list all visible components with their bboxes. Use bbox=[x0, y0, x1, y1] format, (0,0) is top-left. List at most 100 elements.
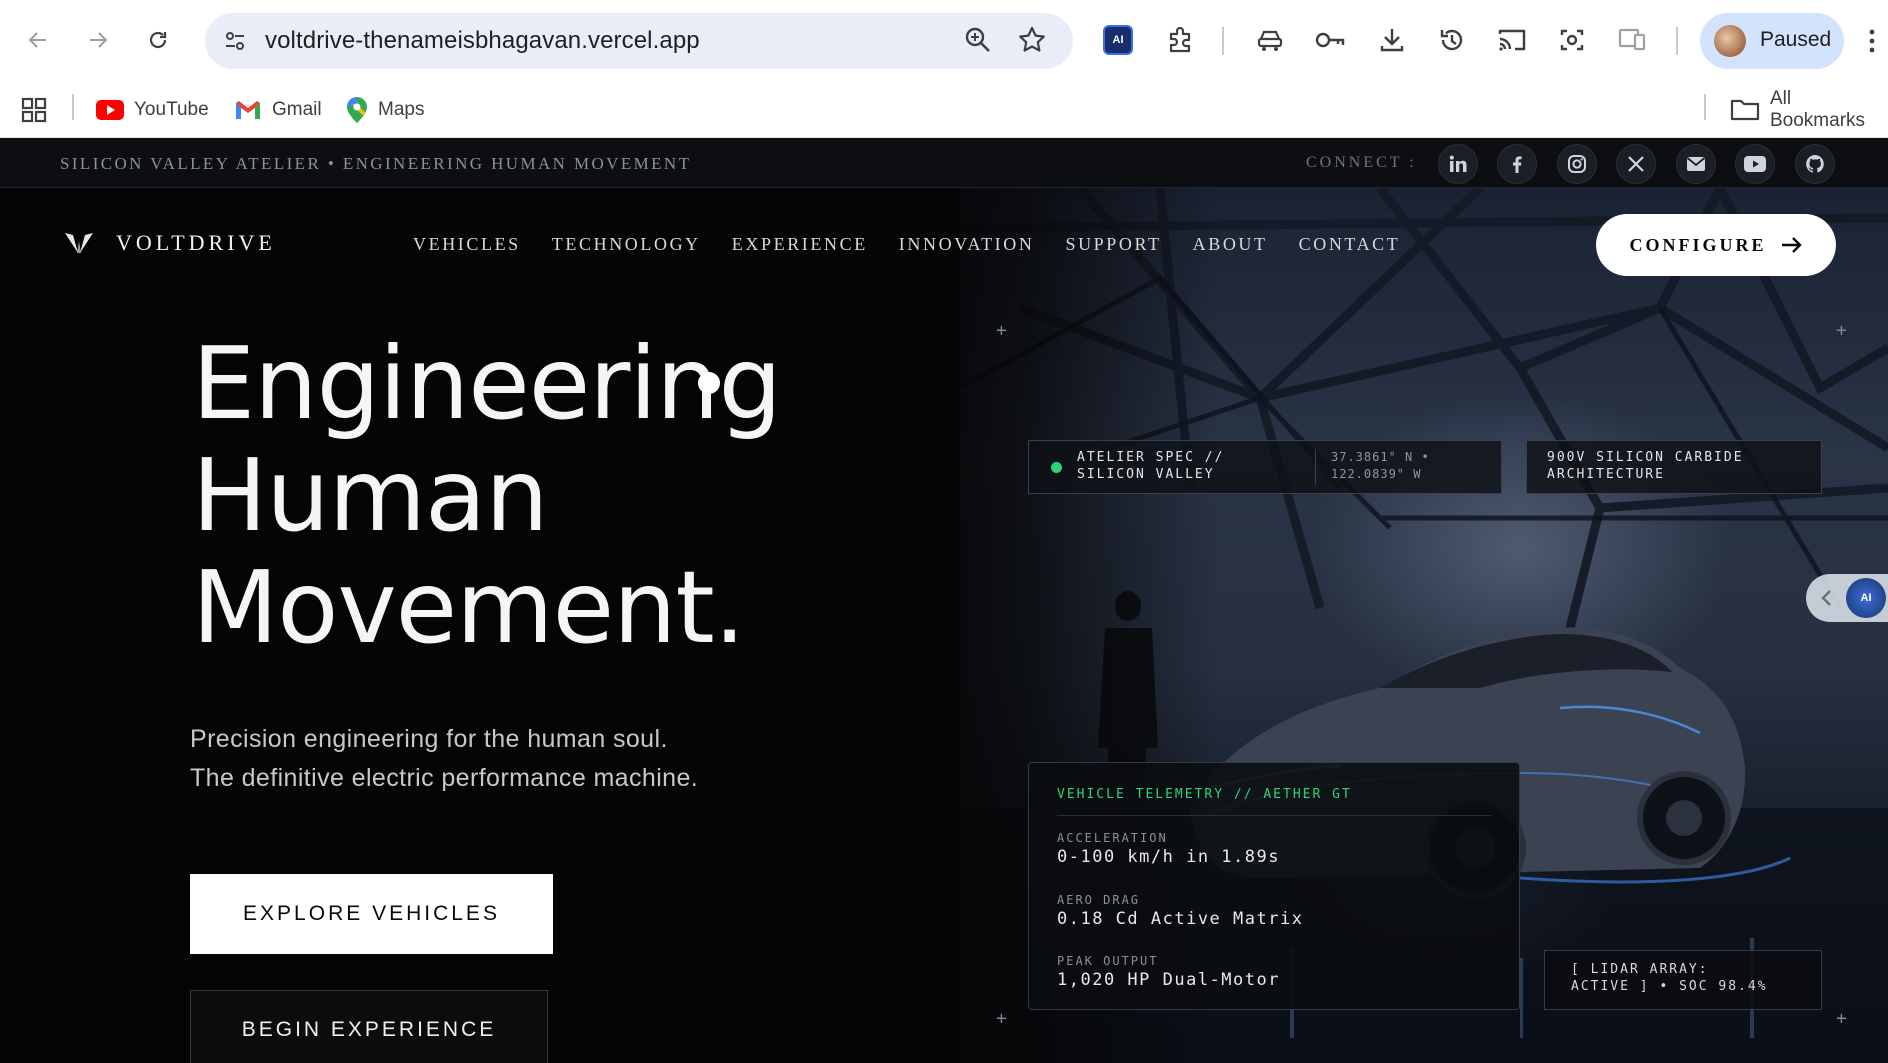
telemetry-label: ACCELERATION bbox=[1057, 831, 1168, 845]
headline-line: Movement. bbox=[192, 549, 745, 666]
download-icon[interactable] bbox=[1374, 22, 1410, 58]
nav-link-support[interactable]: SUPPORT bbox=[1065, 234, 1161, 255]
site-info-icon[interactable] bbox=[217, 23, 253, 59]
all-bookmarks-folder[interactable]: All Bookmarks bbox=[1730, 88, 1888, 131]
connect-label: CONNECT : bbox=[1306, 154, 1417, 171]
back-arrow-icon bbox=[28, 32, 46, 48]
nav-link-contact[interactable]: CONTACT bbox=[1299, 234, 1401, 255]
bookmark-gmail[interactable]: Gmail bbox=[234, 92, 322, 128]
url-text[interactable]: voltdrive-thenameisbhagavan.vercel.app bbox=[265, 27, 700, 55]
brand-logo[interactable]: VOLTDRIVE bbox=[64, 230, 276, 256]
back-button[interactable] bbox=[20, 22, 56, 58]
toolbar-separator bbox=[1676, 27, 1678, 55]
spec-line: SILICON VALLEY bbox=[1077, 467, 1215, 482]
maps-icon bbox=[346, 96, 368, 124]
screenshot-lens-icon[interactable] bbox=[1554, 22, 1590, 58]
telemetry-panel: VEHICLE TELEMETRY // AETHER GT ACCELERAT… bbox=[1028, 762, 1520, 1010]
reload-button[interactable] bbox=[140, 22, 176, 58]
arrow-right-icon bbox=[1781, 237, 1802, 253]
top-info-bar: SILICON VALLEY ATELIER • ENGINEERING HUM… bbox=[0, 138, 1888, 188]
history-icon[interactable] bbox=[1434, 22, 1470, 58]
card-divider bbox=[1315, 449, 1316, 485]
browser-chrome: voltdrive-thenameisbhagavan.vercel.app A… bbox=[0, 0, 1888, 138]
youtube-icon bbox=[96, 100, 124, 120]
corner-crosshair: + bbox=[996, 320, 1007, 341]
all-bookmarks-label: All Bookmarks bbox=[1770, 88, 1866, 131]
password-key-icon[interactable] bbox=[1312, 22, 1348, 58]
nav-link-vehicles[interactable]: VEHICLES bbox=[413, 234, 521, 255]
chevron-left-icon bbox=[1821, 590, 1831, 606]
bookmark-label: Gmail bbox=[272, 99, 322, 120]
telemetry-label: AERO DRAG bbox=[1057, 893, 1141, 907]
toolbar: voltdrive-thenameisbhagavan.vercel.app A… bbox=[0, 0, 1888, 82]
lidar-status-card: [ LIDAR ARRAY: ACTIVE ] • SOC 98.4% bbox=[1544, 950, 1822, 1010]
telemetry-value: 0.18 Cd Active Matrix bbox=[1057, 909, 1304, 929]
cursor-dot bbox=[698, 372, 720, 394]
youtube-icon[interactable] bbox=[1735, 144, 1775, 184]
gmail-icon bbox=[234, 99, 262, 121]
website-viewport: SILICON VALLEY ATELIER • ENGINEERING HUM… bbox=[0, 138, 1888, 1063]
lidar-line: ACTIVE ] • SOC 98.4% bbox=[1571, 979, 1768, 994]
subtitle-line: The definitive electric performance mach… bbox=[190, 764, 699, 792]
bookmark-star-icon[interactable] bbox=[1017, 25, 1047, 55]
bookmarks-separator bbox=[72, 94, 74, 120]
bookmark-youtube[interactable]: YouTube bbox=[96, 92, 209, 128]
reload-icon bbox=[149, 31, 167, 49]
bookmark-label: Maps bbox=[378, 99, 425, 120]
mail-icon[interactable] bbox=[1676, 144, 1716, 184]
instagram-icon[interactable] bbox=[1557, 144, 1597, 184]
facebook-icon[interactable] bbox=[1497, 144, 1537, 184]
configure-button[interactable]: CONFIGURE bbox=[1596, 214, 1836, 276]
bookmark-maps[interactable]: Maps bbox=[346, 92, 424, 128]
nav-link-experience[interactable]: EXPERIENCE bbox=[732, 234, 868, 255]
zoom-icon[interactable] bbox=[963, 25, 993, 55]
telemetry-value: 0-100 km/h in 1.89s bbox=[1057, 847, 1280, 867]
bookmarks-bar: YouTube Gmail Maps All Bookmarks bbox=[0, 82, 1888, 138]
status-dot bbox=[1051, 462, 1062, 473]
x-icon[interactable] bbox=[1616, 144, 1656, 184]
main-nav: VEHICLES TECHNOLOGY EXPERIENCE INNOVATIO… bbox=[413, 234, 1431, 255]
coord-line: 122.0839° W bbox=[1331, 467, 1422, 481]
arch-line: 900V SILICON CARBIDE bbox=[1547, 450, 1744, 465]
apps-grid-icon[interactable] bbox=[20, 92, 48, 128]
brand-name: VOLTDRIVE bbox=[116, 230, 276, 255]
telemetry-value: 1,020 HP Dual-Motor bbox=[1057, 970, 1280, 990]
linkedin-icon[interactable] bbox=[1438, 144, 1478, 184]
coord-line: 37.3861° N • bbox=[1331, 450, 1430, 464]
more-menu-icon[interactable] bbox=[1868, 28, 1876, 54]
corner-crosshair: + bbox=[996, 1008, 1007, 1029]
corner-crosshair: + bbox=[1836, 1008, 1847, 1029]
corner-crosshair: + bbox=[1836, 320, 1847, 341]
atelier-spec-card: ATELIER SPEC // SILICON VALLEY 37.3861° … bbox=[1028, 440, 1502, 494]
spec-line: ATELIER SPEC // bbox=[1077, 450, 1225, 465]
device-icon[interactable] bbox=[1614, 22, 1650, 58]
begin-experience-button[interactable]: BEGIN EXPERIENCE bbox=[190, 990, 548, 1063]
headline-line: Engineering bbox=[192, 325, 782, 442]
address-bar[interactable]: voltdrive-thenameisbhagavan.vercel.app bbox=[205, 13, 1073, 69]
coordinates: 37.3861° N • 122.0839° W bbox=[1331, 449, 1430, 483]
lidar-text: [ LIDAR ARRAY: ACTIVE ] • SOC 98.4% bbox=[1571, 961, 1768, 995]
github-icon[interactable] bbox=[1795, 144, 1835, 184]
nav-link-about[interactable]: ABOUT bbox=[1193, 234, 1268, 255]
nav-link-innovation[interactable]: INNOVATION bbox=[899, 234, 1035, 255]
nav-link-technology[interactable]: TECHNOLOGY bbox=[552, 234, 701, 255]
toolbar-separator bbox=[1222, 27, 1224, 55]
folder-icon bbox=[1730, 98, 1760, 122]
cast-icon[interactable] bbox=[1494, 22, 1530, 58]
ai-badge-icon: AI bbox=[1846, 578, 1886, 618]
subtitle-line: Precision engineering for the human soul… bbox=[190, 725, 668, 753]
top-tagline: SILICON VALLEY ATELIER • ENGINEERING HUM… bbox=[60, 154, 692, 173]
bookmarks-separator bbox=[1704, 94, 1706, 120]
explore-vehicles-button[interactable]: EXPLORE VEHICLES bbox=[190, 874, 553, 954]
forward-arrow-icon bbox=[90, 32, 108, 48]
profile-chip[interactable]: Paused bbox=[1700, 13, 1844, 69]
extensions-puzzle-icon[interactable] bbox=[1162, 22, 1198, 58]
ai-extension-icon[interactable]: AI bbox=[1100, 22, 1136, 58]
ai-assistant-tab[interactable]: AI bbox=[1806, 574, 1888, 622]
incognito-car-icon[interactable] bbox=[1252, 22, 1288, 58]
forward-button[interactable] bbox=[80, 22, 116, 58]
avatar bbox=[1714, 25, 1746, 57]
hero-headline: Engineering Human Movement. bbox=[192, 325, 782, 666]
headline-line: Human bbox=[192, 437, 549, 554]
profile-status-label: Paused bbox=[1760, 28, 1832, 51]
